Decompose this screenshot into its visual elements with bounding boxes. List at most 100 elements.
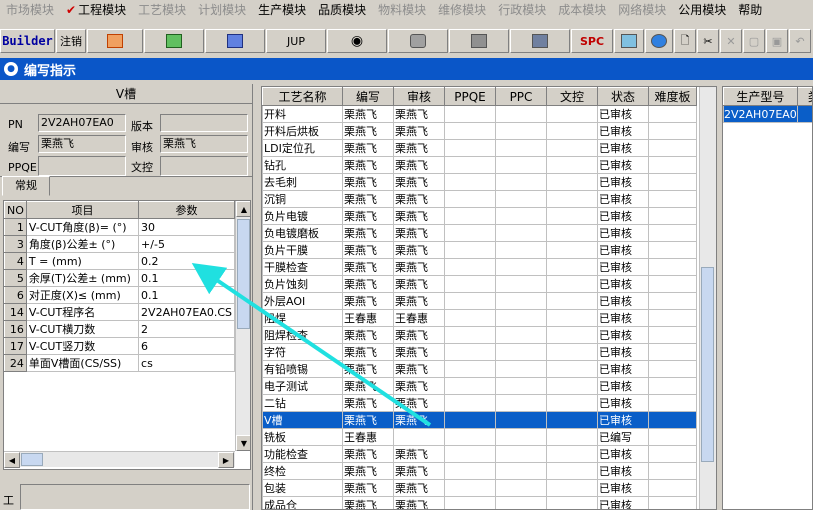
- note-field[interactable]: [20, 484, 250, 510]
- version-field[interactable]: [160, 114, 248, 132]
- table-row[interactable]: 6 对正度(X)≤ (mm) 0.1: [4, 286, 235, 304]
- table-row[interactable]: 干膜检查 栗燕飞 栗燕飞 已审核: [262, 258, 697, 276]
- table-row[interactable]: 钻孔 栗燕飞 栗燕飞 已审核: [262, 156, 697, 174]
- table-row[interactable]: LDI定位孔 栗燕飞 栗燕飞 已审核: [262, 139, 697, 157]
- table-row[interactable]: 铣板 王春惠 已编写: [262, 428, 697, 446]
- table-row[interactable]: 二钻 栗燕飞 栗燕飞 已审核: [262, 394, 697, 412]
- builder-button[interactable]: Builder: [0, 29, 55, 53]
- table-row[interactable]: 终检 栗燕飞 栗燕飞 已审核: [262, 462, 697, 480]
- scroll-right-icon[interactable]: ▶: [218, 452, 234, 468]
- col-header-6[interactable]: 状态: [597, 87, 649, 106]
- menu-item-7[interactable]: 维修模块: [432, 1, 492, 19]
- col-header-model[interactable]: 生产型号: [723, 87, 798, 106]
- table-row[interactable]: 24 单面V槽面(CS/SS) cs: [4, 354, 235, 372]
- wenkong-field[interactable]: [160, 156, 248, 176]
- menu-item-9[interactable]: 成本模块: [552, 1, 612, 19]
- jup-button[interactable]: JUP: [266, 29, 326, 53]
- table-row[interactable]: 3 角度(β)公差± (°) +/-5: [4, 235, 235, 253]
- table-row[interactable]: 负片蚀刻 栗燕飞 栗燕飞 已审核: [262, 275, 697, 293]
- table-row[interactable]: 负片电镀 栗燕飞 栗燕飞 已审核: [262, 207, 697, 225]
- reviewer-field[interactable]: 栗燕飞: [160, 135, 248, 153]
- empty-cell: [444, 190, 496, 208]
- pn-field[interactable]: 2V2AH07EA0: [38, 114, 126, 132]
- menu-item-2[interactable]: 工艺模块: [132, 1, 192, 19]
- table-row[interactable]: 开料 栗燕飞 栗燕飞 已审核: [262, 105, 697, 123]
- process-vscrollbar[interactable]: [699, 87, 716, 509]
- new-button[interactable]: 🗋: [674, 29, 696, 53]
- scroll-thumb[interactable]: [237, 219, 250, 329]
- menu-item-4[interactable]: 生产模块: [252, 1, 312, 19]
- col-header-7[interactable]: 难度板: [648, 87, 697, 106]
- table-row[interactable]: 阻焊检查 栗燕飞 栗燕飞 已审核: [262, 326, 697, 344]
- table-row[interactable]: 开料后烘板 栗燕飞 栗燕飞 已审核: [262, 122, 697, 140]
- scroll-up-icon[interactable]: ▲: [236, 201, 250, 217]
- menu-item-1[interactable]: ✔ 工程模块: [60, 1, 132, 19]
- col-header-value[interactable]: 参数: [138, 201, 235, 219]
- process-scroll-thumb[interactable]: [701, 267, 714, 462]
- ie-button[interactable]: [645, 29, 673, 53]
- writer-field[interactable]: 栗燕飞: [38, 135, 126, 153]
- table-row[interactable]: 包装 栗燕飞 栗燕飞 已审核: [262, 479, 697, 497]
- table-row[interactable]: V槽 栗燕飞 栗燕飞 已审核: [262, 411, 697, 429]
- table-row[interactable]: 电子测试 栗燕飞 栗燕飞 已审核: [262, 377, 697, 395]
- scroll-down-icon[interactable]: ▼: [236, 435, 250, 451]
- table-row[interactable]: 成品仓 栗燕飞 栗燕飞 已审核: [262, 496, 697, 509]
- table-row[interactable]: 字符 栗燕飞 栗燕飞 已审核: [262, 343, 697, 361]
- menu-item-6[interactable]: 物料模块: [372, 1, 432, 19]
- copy-button[interactable]: ▢: [743, 29, 765, 53]
- table-row[interactable]: 有铅喷锡 栗燕飞 栗燕飞 已审核: [262, 360, 697, 378]
- menu-item-3[interactable]: 计划模块: [192, 1, 252, 19]
- ppqe-field[interactable]: [38, 156, 126, 176]
- col-header-item[interactable]: 项目: [25, 201, 140, 219]
- col-header-2[interactable]: 审核: [393, 87, 445, 106]
- col-header-4[interactable]: PPC: [495, 87, 547, 106]
- menu-item-10[interactable]: 网络模块: [612, 1, 672, 19]
- col-header-type[interactable]: 类别: [796, 87, 812, 106]
- menu-item-12[interactable]: 帮助: [732, 1, 768, 19]
- params-vscrollbar[interactable]: ▲ ▼: [235, 201, 250, 451]
- network-button[interactable]: [449, 29, 509, 53]
- table-row[interactable]: 2V2AH07EA0: [723, 105, 812, 123]
- table-row[interactable]: 阻焊 王春惠 王春惠 已审核: [262, 309, 697, 327]
- undo-button[interactable]: ↶: [789, 29, 811, 53]
- table-row[interactable]: 17 V-CUT竖刀数 6: [4, 337, 235, 355]
- table-row[interactable]: 沉铜 栗燕飞 栗燕飞 已审核: [262, 190, 697, 208]
- table-row[interactable]: 去毛刺 栗燕飞 栗燕飞 已审核: [262, 173, 697, 191]
- col-header-1[interactable]: 编写: [342, 87, 394, 106]
- powerpoint-button[interactable]: [87, 29, 143, 53]
- excel-button[interactable]: [144, 29, 204, 53]
- col-header-no[interactable]: NO: [4, 201, 27, 219]
- cut-button[interactable]: ✂: [697, 29, 719, 53]
- table-row[interactable]: 1 V-CUT角度(β)= (°) 30: [4, 218, 235, 236]
- spc-button[interactable]: SPC: [571, 29, 613, 53]
- save-button[interactable]: ▣: [766, 29, 788, 53]
- delete-button[interactable]: ✕: [720, 29, 742, 53]
- word-button[interactable]: [205, 29, 265, 53]
- menu-item-0[interactable]: 市场模块: [0, 1, 60, 19]
- menu-item-11[interactable]: 公用模块: [672, 1, 732, 19]
- col-header-5[interactable]: 文控: [546, 87, 598, 106]
- menu-item-5[interactable]: 品质模块: [312, 1, 372, 19]
- table-row[interactable]: 负电镀磨板 栗燕飞 栗燕飞 已审核: [262, 224, 697, 242]
- hscroll-thumb[interactable]: [21, 453, 43, 466]
- menu-item-8[interactable]: 行政模块: [492, 1, 552, 19]
- col-header-0[interactable]: 工艺名称: [262, 87, 343, 106]
- scroll-left-icon[interactable]: ◀: [4, 452, 20, 468]
- table-row[interactable]: 16 V-CUT横刀数 2: [4, 320, 235, 338]
- table-row[interactable]: 5 余厚(T)公差± (mm) 0.1: [4, 269, 235, 287]
- table-row[interactable]: 负片干膜 栗燕飞 栗燕飞 已审核: [262, 241, 697, 259]
- empty-cell: [546, 173, 598, 191]
- eye-button[interactable]: ◉: [327, 29, 387, 53]
- process-writer-cell: 栗燕飞: [342, 275, 394, 293]
- params-hscrollbar[interactable]: ◀ ▶: [4, 451, 235, 468]
- table-row[interactable]: 4T = (mm) 0.2: [4, 252, 235, 270]
- computer-button[interactable]: [510, 29, 570, 53]
- logout-button[interactable]: 注销: [56, 29, 86, 53]
- database-button[interactable]: [388, 29, 448, 53]
- table-row[interactable]: 外层AOI 栗燕飞 栗燕飞 已审核: [262, 292, 697, 310]
- tab-general[interactable]: 常规: [2, 176, 50, 196]
- table-row[interactable]: 功能检查 栗燕飞 栗燕飞 已审核: [262, 445, 697, 463]
- col-header-3[interactable]: PPQE: [444, 87, 496, 106]
- refresh-button[interactable]: [614, 29, 644, 53]
- table-row[interactable]: 14 V-CUT程序名 2V2AH07EA0.CS: [4, 303, 235, 321]
